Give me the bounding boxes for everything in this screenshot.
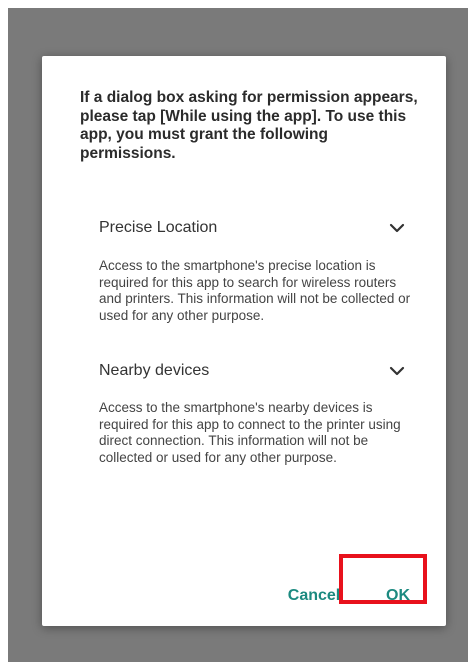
permission-dialog: If a dialog box asking for permission ap… [42,56,446,626]
dialog-actions: Cancel OK [42,576,446,616]
permission-description-nearby-devices: Access to the smartphone's nearby device… [99,400,401,465]
permission-title-precise-location: Precise Location [99,219,218,236]
ok-button[interactable]: OK [354,576,442,616]
chevron-down-icon[interactable] [387,218,407,238]
dialog-message: If a dialog box asking for permission ap… [80,89,418,162]
cancel-button[interactable]: Cancel [282,576,346,616]
permission-title-nearby-devices: Nearby devices [99,362,210,379]
chevron-down-icon[interactable] [387,361,407,381]
dimmed-backdrop: If a dialog box asking for permission ap… [8,8,468,662]
permission-description-precise-location: Access to the smartphone's precise locat… [99,258,411,323]
